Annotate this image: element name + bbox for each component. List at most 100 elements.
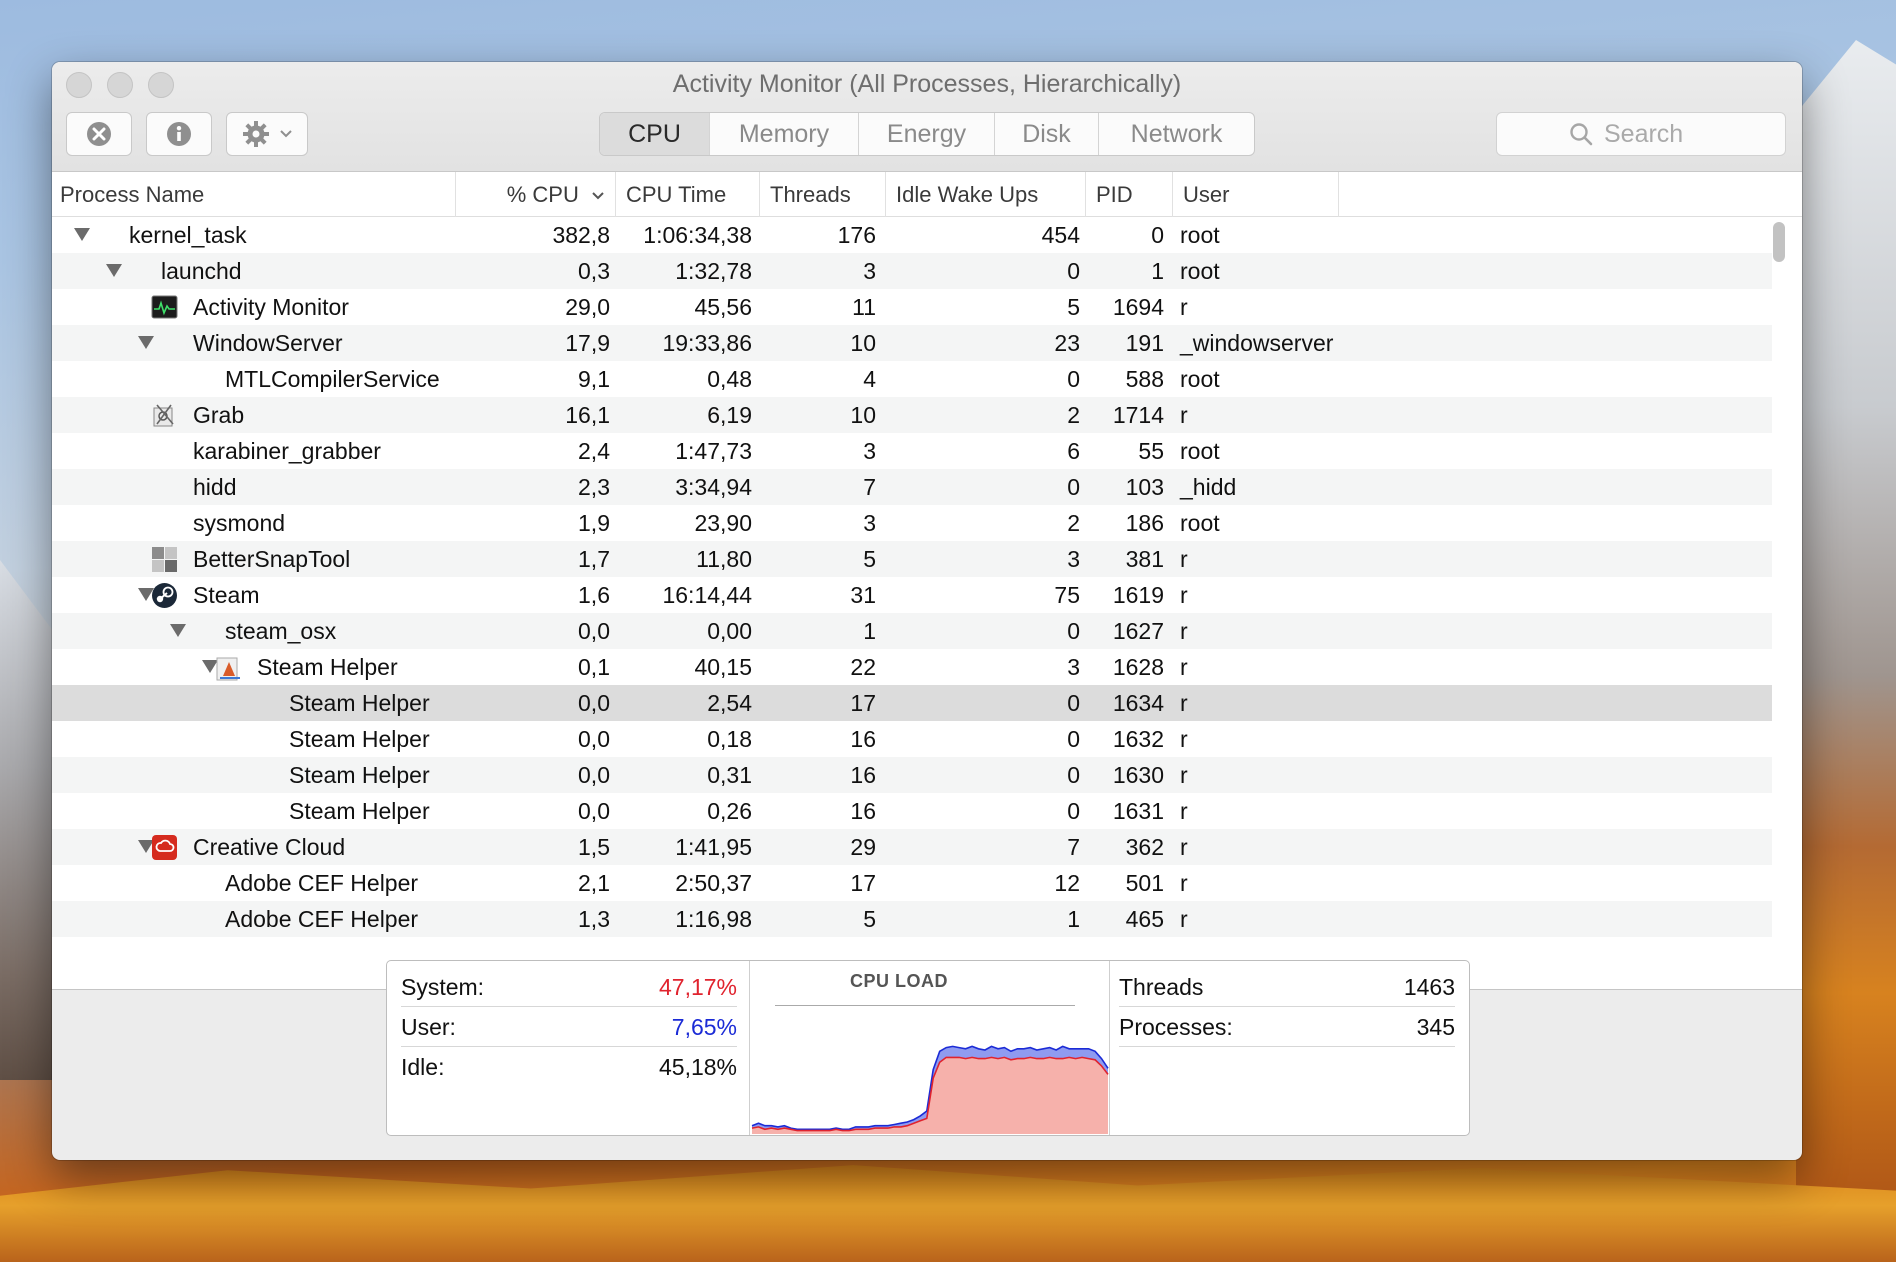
cell-pid: 1627 (1112, 618, 1164, 644)
table-row[interactable]: Steam Helper 0,0 0,31 16 0 1630 r (52, 757, 1772, 793)
cell-process-name: kernel_task (129, 222, 247, 248)
cell-process-name: Adobe CEF Helper (225, 870, 419, 896)
chevron-down-icon (280, 130, 292, 138)
steam-helper-icon (215, 654, 242, 681)
cell-user: r (1180, 798, 1188, 824)
disclosure-triangle-icon[interactable] (106, 264, 122, 277)
column-header-process-name[interactable]: Process Name (52, 172, 456, 217)
bettersnaptool-icon (151, 546, 178, 573)
stat-system-label: System: (401, 974, 485, 1000)
table-row[interactable]: steam_osx 0,0 0,00 1 0 1627 r (52, 613, 1772, 649)
table-row[interactable]: Steam Helper 0,0 0,18 16 0 1632 r (52, 721, 1772, 757)
cell-threads: 176 (837, 222, 876, 248)
cell-process-name: launchd (161, 258, 242, 284)
table-row[interactable]: WindowServer 17,9 19:33,86 10 23 191 _windowse… (52, 325, 1772, 361)
cell-process-name: WindowServer (193, 330, 343, 356)
table-row[interactable]: launchd 0,3 1:32,78 3 0 1 root (52, 253, 1772, 289)
stat-processes-label: Processes: (1119, 1014, 1233, 1040)
cell-threads: 3 (863, 258, 876, 284)
cell-user: r (1180, 402, 1188, 428)
tab-energy[interactable]: Energy (859, 113, 995, 155)
scrollbar-thumb[interactable] (1773, 222, 1785, 262)
table-row[interactable]: Steam Helper 0,0 2,54 17 0 1634 r (52, 685, 1772, 721)
cell-pid: 103 (1125, 474, 1164, 500)
stat-user: User: 7,65% (401, 1007, 737, 1047)
disclosure-triangle-icon[interactable] (74, 228, 90, 241)
tab-network[interactable]: Network (1099, 113, 1254, 155)
column-header-user[interactable]: User (1173, 172, 1339, 217)
cell-pid: 362 (1125, 834, 1164, 860)
column-header-pid[interactable]: PID (1086, 172, 1173, 217)
cell-process-name: Activity Monitor (193, 294, 349, 320)
cell-pid: 465 (1125, 906, 1164, 932)
vertical-scrollbar[interactable] (1772, 222, 1786, 992)
grab-icon (151, 402, 178, 429)
cell-pid: 1 (1151, 258, 1164, 284)
cell-process-name: Steam (193, 582, 260, 608)
cell-threads: 29 (850, 834, 876, 860)
table-row[interactable]: kernel_task 382,8 1:06:34,38 176 454 0 root (52, 217, 1772, 253)
disclosure-triangle-icon[interactable] (170, 624, 186, 637)
table-row[interactable]: Adobe CEF Helper 2,1 2:50,37 17 12 501 r (52, 865, 1772, 901)
cell-threads: 5 (863, 546, 876, 572)
cell-process-name: sysmond (193, 510, 286, 536)
action-menu-button[interactable] (226, 112, 308, 156)
cpu-load-graph (751, 1045, 1109, 1134)
table-row[interactable]: MTLCompilerService 9,1 0,48 4 0 588 root (52, 361, 1772, 397)
column-header-threads[interactable]: Threads (760, 172, 886, 217)
table-row[interactable]: Steam Helper 0,0 0,26 16 0 1631 r (52, 793, 1772, 829)
cell-process-name: Steam Helper (289, 762, 430, 788)
cpu-summary-panel: System: 47,17% User: 7,65% Idle: 45,18% … (386, 960, 1470, 1136)
table-row[interactable]: Adobe CEF Helper 1,3 1:16,98 5 1 465 r (52, 901, 1772, 937)
cell-pid: 1634 (1112, 690, 1164, 716)
cell-pid: 1628 (1112, 654, 1164, 680)
panel-divider-right (1109, 961, 1110, 1135)
column-header-cpu-label: % CPU (506, 182, 579, 207)
cell-pid: 1714 (1112, 402, 1164, 428)
cell-threads: 4 (863, 366, 876, 392)
cell-pid: 1619 (1112, 582, 1164, 608)
table-row[interactable]: BetterSnapTool 1,7 11,80 5 3 381 r (52, 541, 1772, 577)
cell-user: r (1180, 906, 1188, 932)
column-header-idle-wake-ups[interactable]: Idle Wake Ups (886, 172, 1086, 217)
column-header-cpu[interactable]: % CPU (456, 172, 616, 217)
disclosure-triangle-icon[interactable] (138, 336, 154, 349)
cpu-load-title: CPU LOAD (850, 971, 948, 991)
steam-icon (151, 582, 178, 609)
table-row[interactable]: Steam 1,6 16:14,44 31 75 1619 r (52, 577, 1772, 613)
cell-user: root (1180, 366, 1220, 392)
table-row[interactable]: Steam Helper 0,1 40,15 22 3 1628 r (52, 649, 1772, 685)
table-row[interactable]: Activity Monitor 29,0 45,56 11 5 1694 r (52, 289, 1772, 325)
cell-pid: 1630 (1112, 762, 1164, 788)
cell-pid: 186 (1125, 510, 1164, 536)
process-table: Process Name % CPU CPU Time Threads Idle… (52, 172, 1802, 990)
table-row[interactable]: Creative Cloud 1,5 1:41,95 29 7 362 r (52, 829, 1772, 865)
tab-disk[interactable]: Disk (995, 113, 1099, 155)
cell-pid: 381 (1125, 546, 1164, 572)
cell-pid: 501 (1125, 870, 1164, 896)
tab-memory[interactable]: Memory (710, 113, 859, 155)
table-body: kernel_task 382,8 1:06:34,38 176 454 0 rootlau… (52, 217, 1772, 990)
column-header-cpu-time[interactable]: CPU Time (616, 172, 760, 217)
table-row[interactable]: Grab 16,1 6,19 10 2 1714 r (52, 397, 1772, 433)
stat-system: System: 47,17% (401, 967, 737, 1007)
desktop-foothills (0, 1165, 1896, 1262)
table-row[interactable]: karabiner_grabber 2,4 1:47,73 3 6 55 root (52, 433, 1772, 469)
quit-process-button[interactable] (66, 112, 132, 156)
search-input[interactable] (1604, 119, 1714, 149)
stat-user-value: 7,65% (671, 1014, 737, 1040)
table-row[interactable]: hidd 2,3 3:34,94 7 0 103 _hidd (52, 469, 1772, 505)
inspect-process-button[interactable] (146, 112, 212, 156)
search-field[interactable] (1496, 112, 1786, 156)
cell-process-name: Steam Helper (289, 798, 430, 824)
tab-cpu[interactable]: CPU (600, 113, 710, 155)
cell-threads: 3 (863, 510, 876, 536)
stat-processes-value: 345 (1416, 1014, 1455, 1040)
stat-system-value: 47,17% (658, 974, 737, 1000)
cell-threads: 16 (850, 726, 876, 752)
cell-user: r (1180, 870, 1188, 896)
stat-threads-value: 1463 (1403, 974, 1455, 1000)
table-row[interactable]: sysmond 1,9 23,90 3 2 186 root (52, 505, 1772, 541)
cell-user: root (1180, 510, 1220, 536)
cell-user: root (1180, 258, 1220, 284)
